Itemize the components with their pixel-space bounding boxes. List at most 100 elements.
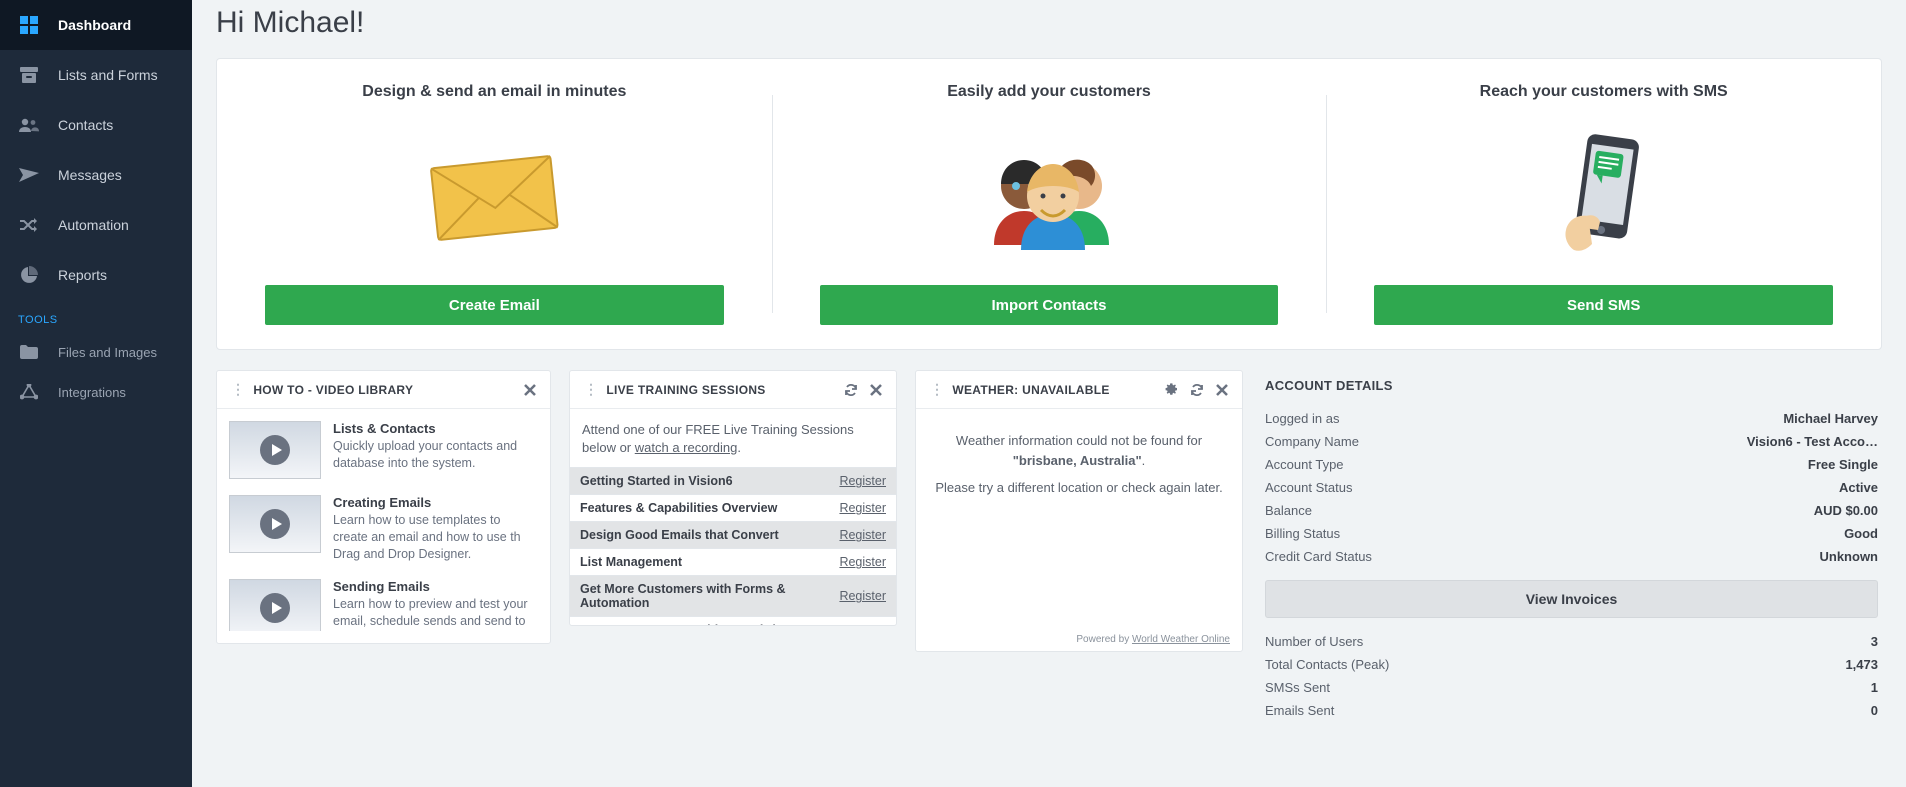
nav-label: Files and Images — [58, 345, 157, 360]
account-row: Total Contacts (Peak)1,473 — [1265, 653, 1878, 676]
video-title: Sending Emails — [333, 579, 532, 594]
video-desc: Learn how to preview and test your email… — [333, 596, 532, 631]
nav-lists-forms[interactable]: Lists and Forms — [0, 50, 192, 100]
video-item[interactable]: Sending Emails Learn how to preview and t… — [229, 579, 532, 631]
nav-files-images[interactable]: Files and Images — [0, 332, 192, 372]
nav-label: Messages — [58, 167, 122, 183]
video-title: Lists & Contacts — [333, 421, 532, 436]
account-title: ACCOUNT DETAILS — [1265, 378, 1878, 393]
training-session: Getting Started in Vision6Register — [570, 468, 896, 495]
nav-messages[interactable]: Messages — [0, 150, 192, 200]
archive-icon — [18, 64, 40, 86]
folder-icon — [18, 341, 40, 363]
nav-label: Automation — [58, 217, 129, 233]
import-contacts-button[interactable]: Import Contacts — [820, 285, 1279, 325]
nav-contacts[interactable]: Contacts — [0, 100, 192, 150]
register-link[interactable]: Register — [839, 528, 886, 542]
shuffle-icon — [18, 214, 40, 236]
weather-message: Weather information could not be found f… — [916, 409, 1242, 508]
video-list[interactable]: Lists & Contacts Quickly upload your cont… — [229, 421, 538, 631]
video-title: Creating Emails — [333, 495, 532, 510]
nav-dashboard[interactable]: Dashboard — [0, 0, 192, 50]
hero-send-sms: Reach your customers with SMS Send SMS — [1326, 83, 1881, 325]
account-row: Number of Users3 — [1265, 630, 1878, 653]
card-title: HOW TO - VIDEO LIBRARY — [253, 383, 512, 397]
video-thumbnail[interactable] — [229, 579, 321, 631]
account-row: Emails Sent0 — [1265, 699, 1878, 722]
close-icon[interactable] — [1216, 384, 1228, 396]
training-session: Design Good Emails that ConvertRegister — [570, 522, 896, 549]
nav-section-tools: TOOLS — [0, 300, 192, 332]
nav-reports[interactable]: Reports — [0, 250, 192, 300]
account-row: SMSs Sent1 — [1265, 676, 1878, 699]
hero-title: Reach your customers with SMS — [1374, 83, 1833, 101]
howto-card: ⋮ HOW TO - VIDEO LIBRARY Lists & Contact… — [216, 370, 551, 644]
refresh-icon[interactable] — [1190, 383, 1204, 397]
video-item[interactable]: Creating Emails Learn how to use template… — [229, 495, 532, 563]
training-intro: Attend one of our FREE Live Training Ses… — [570, 421, 896, 457]
nav-label: Integrations — [58, 385, 126, 400]
send-sms-button[interactable]: Send SMS — [1374, 285, 1833, 325]
create-email-button[interactable]: Create Email — [265, 285, 724, 325]
people-icon — [18, 114, 40, 136]
account-row: Account TypeFree Single — [1265, 453, 1878, 476]
nav-automation[interactable]: Automation — [0, 200, 192, 250]
greeting: Hi Michael! — [216, 6, 1882, 40]
account-row: BalanceAUD $0.00 — [1265, 499, 1878, 522]
view-invoices-button[interactable]: View Invoices — [1265, 580, 1878, 618]
drag-handle-icon[interactable]: ⋮ — [231, 381, 245, 398]
card-title: LIVE TRAINING SESSIONS — [606, 383, 832, 397]
integrations-icon — [18, 381, 40, 403]
settings-icon[interactable] — [1164, 383, 1178, 397]
envelope-illustration — [265, 125, 724, 265]
nav-label: Contacts — [58, 117, 113, 133]
pie-chart-icon — [18, 264, 40, 286]
video-desc: Learn how to use templates to create an … — [333, 512, 532, 563]
account-row: Credit Card StatusUnknown — [1265, 545, 1878, 568]
hero-title: Design & send an email in minutes — [265, 83, 724, 101]
training-session: Event Management with Eventbrite + Visio… — [570, 617, 896, 625]
hero-panel: Design & send an email in minutes Create… — [216, 58, 1882, 350]
video-thumbnail[interactable] — [229, 421, 321, 479]
hero-create-email: Design & send an email in minutes Create… — [217, 83, 772, 325]
weather-attribution: Powered by World Weather Online — [916, 628, 1242, 651]
dashboard-icon — [18, 14, 40, 36]
drag-handle-icon[interactable]: ⋮ — [930, 381, 944, 398]
refresh-icon[interactable] — [844, 383, 858, 397]
nav-label: Dashboard — [58, 17, 131, 33]
training-session: List ManagementRegister — [570, 549, 896, 576]
weather-card: ⋮ WEATHER: UNAVAILABLE Weather informati… — [915, 370, 1243, 652]
main-content: Hi Michael! Design & send an email in mi… — [192, 0, 1906, 787]
hero-title: Easily add your customers — [820, 83, 1279, 101]
card-title: WEATHER: UNAVAILABLE — [952, 383, 1152, 397]
register-link[interactable]: Register — [839, 474, 886, 488]
people-illustration — [820, 125, 1279, 265]
register-link[interactable]: Register — [839, 501, 886, 515]
video-thumbnail[interactable] — [229, 495, 321, 553]
account-row: Company NameVision6 - Test Acco… — [1265, 430, 1878, 453]
training-session: Get More Customers with Forms & Automati… — [570, 576, 896, 617]
register-link[interactable]: Register — [839, 555, 886, 569]
nav-label: Reports — [58, 267, 107, 283]
sidebar: Dashboard Lists and Forms Contacts Messa… — [0, 0, 192, 787]
training-sessions-list[interactable]: Getting Started in Vision6Register Featu… — [570, 467, 896, 625]
video-desc: Quickly upload your contacts and databas… — [333, 438, 532, 472]
video-item[interactable]: Lists & Contacts Quickly upload your cont… — [229, 421, 532, 479]
hero-import-contacts: Easily add your customers Import Contact… — [772, 83, 1327, 325]
watch-recording-link[interactable]: watch a recording — [635, 440, 738, 455]
account-row: Logged in asMichael Harvey — [1265, 407, 1878, 430]
training-session: Features & Capabilities OverviewRegister — [570, 495, 896, 522]
account-details-panel: ACCOUNT DETAILS Logged in asMichael Harv… — [1261, 370, 1882, 730]
account-row: Billing StatusGood — [1265, 522, 1878, 545]
close-icon[interactable] — [524, 384, 536, 396]
training-card: ⋮ LIVE TRAINING SESSIONS Attend one of o… — [569, 370, 897, 626]
weather-provider-link[interactable]: World Weather Online — [1132, 634, 1230, 645]
drag-handle-icon[interactable]: ⋮ — [584, 381, 598, 398]
account-row: Account StatusActive — [1265, 476, 1878, 499]
send-icon — [18, 164, 40, 186]
nav-label: Lists and Forms — [58, 67, 158, 83]
register-link[interactable]: Register — [839, 589, 886, 603]
close-icon[interactable] — [870, 384, 882, 396]
phone-illustration — [1374, 125, 1833, 265]
nav-integrations[interactable]: Integrations — [0, 372, 192, 412]
